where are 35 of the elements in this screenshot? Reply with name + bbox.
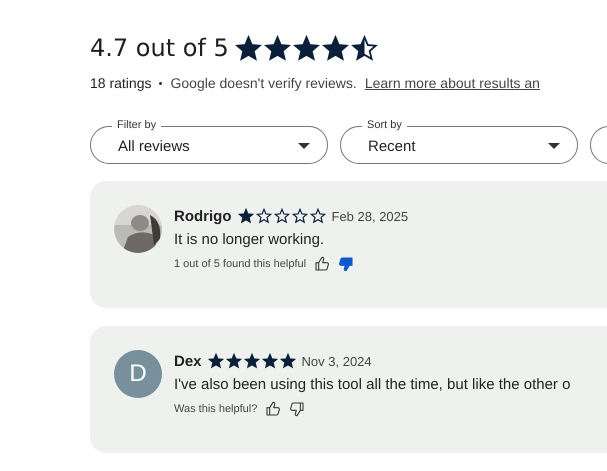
star-icon bbox=[234, 34, 262, 62]
star-icon bbox=[238, 208, 254, 224]
star-icon bbox=[350, 34, 378, 62]
caret-icon bbox=[548, 143, 560, 149]
star-icon bbox=[322, 34, 349, 62]
review-text: I've also been using this tool all the time, but like the other o bbox=[174, 376, 570, 393]
star-icon bbox=[292, 34, 320, 62]
star-icon bbox=[274, 208, 290, 224]
thumbs-up-icon[interactable] bbox=[265, 401, 282, 417]
star-icon bbox=[310, 208, 326, 224]
star-icon bbox=[256, 208, 272, 224]
review-text: It is no longer working. bbox=[174, 231, 326, 248]
star-icon bbox=[262, 353, 278, 369]
star-icon bbox=[208, 353, 224, 369]
avatar: D bbox=[114, 350, 162, 398]
thumbs-up-icon[interactable] bbox=[314, 256, 330, 272]
ratings-count: 18 ratings bbox=[90, 75, 152, 91]
helpful-text: Was this helpful? bbox=[174, 403, 258, 415]
reviewer-name: Rodrigo bbox=[174, 208, 232, 224]
review-date: Feb 28, 2025 bbox=[332, 208, 408, 224]
rating-title: 4.7 out of 5 bbox=[90, 34, 229, 62]
helpful-text: 1 out of 5 found this helpful bbox=[174, 258, 306, 270]
star-icon bbox=[292, 208, 308, 224]
star-icon bbox=[244, 353, 260, 369]
star-icon bbox=[264, 34, 291, 62]
caret-icon bbox=[298, 143, 310, 149]
separator-dot bbox=[159, 82, 162, 84]
thumbs-down-icon[interactable] bbox=[338, 256, 354, 272]
star-icon bbox=[226, 353, 242, 369]
thumbs-down-icon[interactable] bbox=[289, 401, 306, 417]
reviewer-name: Dex bbox=[174, 352, 202, 370]
learn-more-link[interactable]: Learn more about results an bbox=[364, 75, 540, 91]
notice-text: Google doesn't verify reviews. bbox=[170, 75, 357, 91]
star-icon bbox=[280, 353, 296, 369]
review-date: Nov 3, 2024 bbox=[302, 354, 372, 368]
